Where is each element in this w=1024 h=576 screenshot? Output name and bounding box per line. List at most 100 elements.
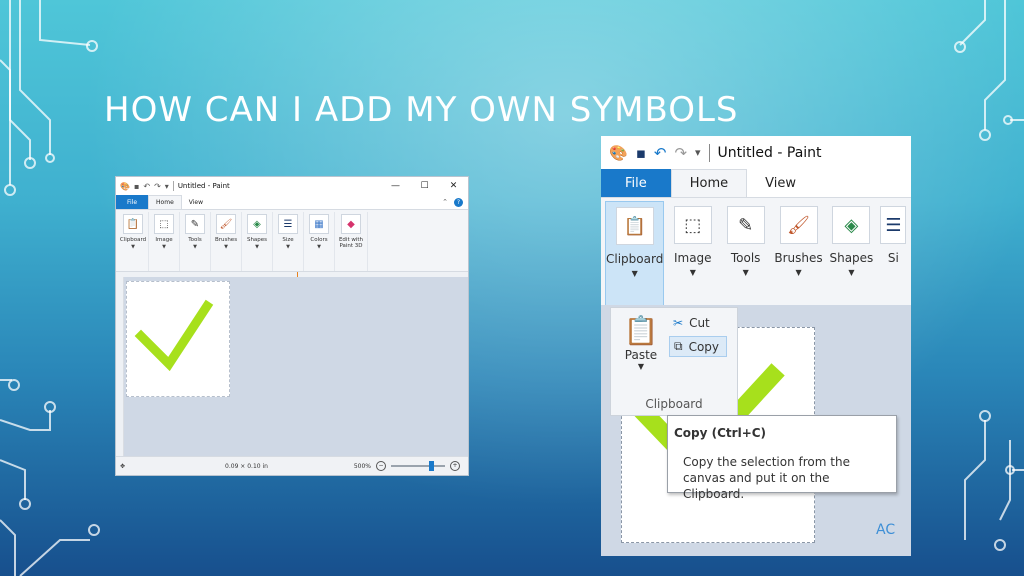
- brush-icon: 🖌: [779, 206, 818, 244]
- cut-button[interactable]: ✂ Cut: [669, 314, 714, 332]
- copy-button[interactable]: ⧉ Copy: [669, 336, 727, 357]
- ribbon-group-label: Edit with Paint 3D: [338, 237, 364, 249]
- divider: [172, 181, 174, 191]
- paste-button[interactable]: 📋 Paste ▼: [617, 314, 665, 371]
- undo-icon[interactable]: ↶: [143, 182, 150, 191]
- collapse-ribbon-icon[interactable]: ⌃: [442, 198, 448, 206]
- ribbon-group-label: Si: [887, 251, 899, 265]
- ribbon-group-label: Brushes: [774, 251, 823, 265]
- ribbon-group-tools[interactable]: ✎ Tools ▼: [721, 201, 770, 309]
- help-icon[interactable]: ?: [454, 197, 463, 207]
- tab-view[interactable]: View: [747, 169, 814, 197]
- chevron-down-icon: ▼: [689, 268, 696, 277]
- ribbon-group-label: Shapes: [829, 251, 874, 265]
- window-title: Untitled - Paint: [177, 182, 230, 190]
- shapes-icon: ◈: [832, 206, 871, 244]
- ribbon-group-image[interactable]: ⬚ Image ▼: [668, 201, 717, 309]
- ribbon-group-image[interactable]: ⬚ Image ▼: [149, 212, 180, 271]
- chevron-down-icon: ▼: [848, 268, 855, 277]
- tools-icon: ✎: [185, 214, 205, 234]
- cut-label: Cut: [689, 316, 710, 330]
- chevron-down-icon: ▼: [795, 268, 802, 277]
- close-button[interactable]: ✕: [439, 181, 468, 191]
- ribbon-group-brushes[interactable]: 🖌 Brushes ▼: [211, 212, 242, 271]
- maximize-button[interactable]: ☐: [410, 181, 439, 191]
- title-bar: 🎨 ▪ ↶ ↷ ▾ Untitled - Paint — ☐ ✕: [116, 177, 468, 195]
- ribbon-group-clipboard[interactable]: 📋 Clipboard ▼: [118, 212, 149, 271]
- tooltip-title: Copy (Ctrl+C): [674, 426, 767, 440]
- corner-text: AC: [876, 522, 896, 538]
- zoom-in-icon[interactable]: +: [450, 461, 460, 471]
- zoom-slider[interactable]: [391, 461, 445, 471]
- ribbon-group-label: Tools: [730, 251, 761, 265]
- chevron-down-icon: ▼: [317, 244, 321, 250]
- size-icon: ☰: [278, 214, 298, 234]
- ribbon: 📋 Clipboard ▼ ⬚ Image ▼ ✎ Tools ▼ 🖌 Brus…: [601, 198, 911, 310]
- tools-icon: ✎: [726, 206, 765, 244]
- chevron-down-icon: ▼: [131, 244, 135, 250]
- chevron-down-icon: ▼: [162, 244, 166, 250]
- chevron-down-icon: ▼: [224, 244, 228, 250]
- shapes-icon: ◈: [247, 214, 267, 234]
- ribbon-group-label: Clipboard: [119, 237, 147, 243]
- tab-file[interactable]: File: [601, 169, 671, 197]
- scissors-icon: ✂: [673, 316, 684, 330]
- chevron-down-icon: ▼: [286, 244, 290, 250]
- checkmark-drawing: [134, 299, 214, 372]
- redo-icon[interactable]: ↷: [154, 182, 161, 191]
- ribbon-group-shapes[interactable]: ◈ Shapes ▼: [242, 212, 273, 271]
- ribbon-group-size[interactable]: ☰ Size ▼: [273, 212, 304, 271]
- select-icon: ⬚: [154, 214, 174, 234]
- undo-icon[interactable]: ↶: [654, 144, 667, 162]
- customize-dropdown-icon[interactable]: ▾: [695, 146, 701, 159]
- zoom-out-icon[interactable]: −: [376, 461, 386, 471]
- group-label: Clipboard: [645, 397, 703, 411]
- ribbon-group-colors[interactable]: ▦ Colors ▼: [304, 212, 335, 271]
- ribbon-group-label: Colors: [310, 237, 328, 243]
- ribbon-group-size[interactable]: ☰ Si: [880, 201, 907, 309]
- ribbon-group-paint3d[interactable]: ◆ Edit with Paint 3D: [335, 212, 368, 271]
- save-icon[interactable]: ▪: [636, 144, 646, 162]
- colors-icon: ▦: [309, 214, 329, 234]
- tab-home[interactable]: Home: [670, 169, 748, 197]
- tab-view[interactable]: View: [182, 195, 210, 209]
- ribbon-group-label: Image: [673, 251, 712, 265]
- paint-app-icon: 🎨: [120, 181, 130, 191]
- ribbon-group-brushes[interactable]: 🖌 Brushes ▼: [774, 201, 823, 309]
- help-area: ⌃ ?: [442, 195, 468, 209]
- minimize-button[interactable]: —: [381, 181, 410, 191]
- drawing-canvas[interactable]: [126, 281, 230, 397]
- window-controls: — ☐ ✕: [381, 181, 468, 191]
- ribbon-group-label: Size: [282, 237, 294, 243]
- clipboard-icon: 📋: [615, 207, 654, 245]
- chevron-down-icon: ▼: [193, 244, 197, 250]
- tab-file[interactable]: File: [116, 195, 149, 209]
- quick-access-toolbar: 🎨 ▪ ↶ ↷ ▾: [609, 144, 701, 162]
- ribbon-tabs: File Home View: [601, 169, 911, 198]
- zoom-level: 500%: [353, 462, 371, 470]
- ribbon-group-label: Brushes: [214, 237, 238, 243]
- copy-tooltip: Copy (Ctrl+C) Copy the selection from th…: [667, 415, 897, 501]
- select-icon: ⬚: [673, 206, 712, 244]
- copy-icon: ⧉: [674, 339, 683, 353]
- clipboard-icon: 📋: [623, 314, 659, 347]
- ribbon-group-label: Tools: [188, 237, 202, 243]
- redo-icon[interactable]: ↷: [674, 144, 687, 162]
- save-icon[interactable]: ▪: [134, 182, 139, 191]
- divider: [708, 143, 710, 162]
- ribbon-group-clipboard[interactable]: 📋 Clipboard ▼: [605, 201, 665, 307]
- clipboard-dropdown: 📋 Paste ▼ ✂ Cut ⧉ Copy Clipboard: [610, 307, 738, 416]
- size-icon: ☰: [880, 206, 907, 244]
- ribbon-group-shapes[interactable]: ◈ Shapes ▼: [827, 201, 876, 309]
- ribbon-tabs: File Home View ⌃ ?: [116, 195, 468, 210]
- ribbon-group-label: Shapes: [246, 237, 268, 243]
- customize-dropdown-icon[interactable]: ▾: [165, 182, 169, 191]
- move-icon: ✥: [120, 462, 126, 470]
- ribbon-group-tools[interactable]: ✎ Tools ▼: [180, 212, 211, 271]
- tab-home[interactable]: Home: [148, 195, 182, 209]
- window-title: Untitled - Paint: [717, 144, 822, 161]
- chevron-down-icon: ▼: [631, 269, 638, 278]
- paint-app-icon: 🎨: [609, 143, 628, 162]
- ribbon: 📋 Clipboard ▼ ⬚ Image ▼ ✎ Tools ▼ 🖌 Brus…: [116, 210, 468, 272]
- ribbon-group-label: Image: [155, 237, 173, 243]
